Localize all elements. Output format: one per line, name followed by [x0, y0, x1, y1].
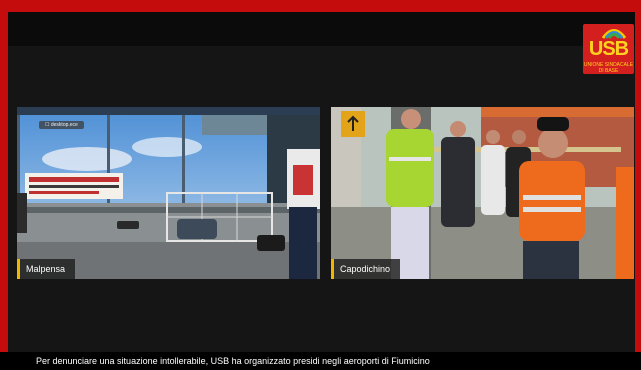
logo-subtext: UNIONE SINDACALE DI BASE	[583, 62, 634, 74]
video-overlay-label: ☐ desktop.ece	[39, 121, 84, 129]
video-capodichino[interactable]: Capodichino	[331, 107, 634, 279]
caption-malpensa: Malpensa	[17, 259, 76, 279]
caption-capodichino: Capodichino	[331, 259, 401, 279]
top-band	[8, 12, 635, 46]
logo-text: USB	[588, 38, 629, 60]
news-ticker: Per denunciare una situazione intollerab…	[0, 352, 641, 370]
ticker-text: Per denunciare una situazione intollerab…	[36, 356, 430, 366]
video-malpensa[interactable]: ☐ desktop.ece Malpensa	[17, 107, 320, 279]
capodichino-scene	[331, 107, 634, 279]
usb-logo: USB UNIONE SINDACALE DI BASE	[583, 24, 634, 74]
malpensa-scene	[17, 107, 320, 279]
